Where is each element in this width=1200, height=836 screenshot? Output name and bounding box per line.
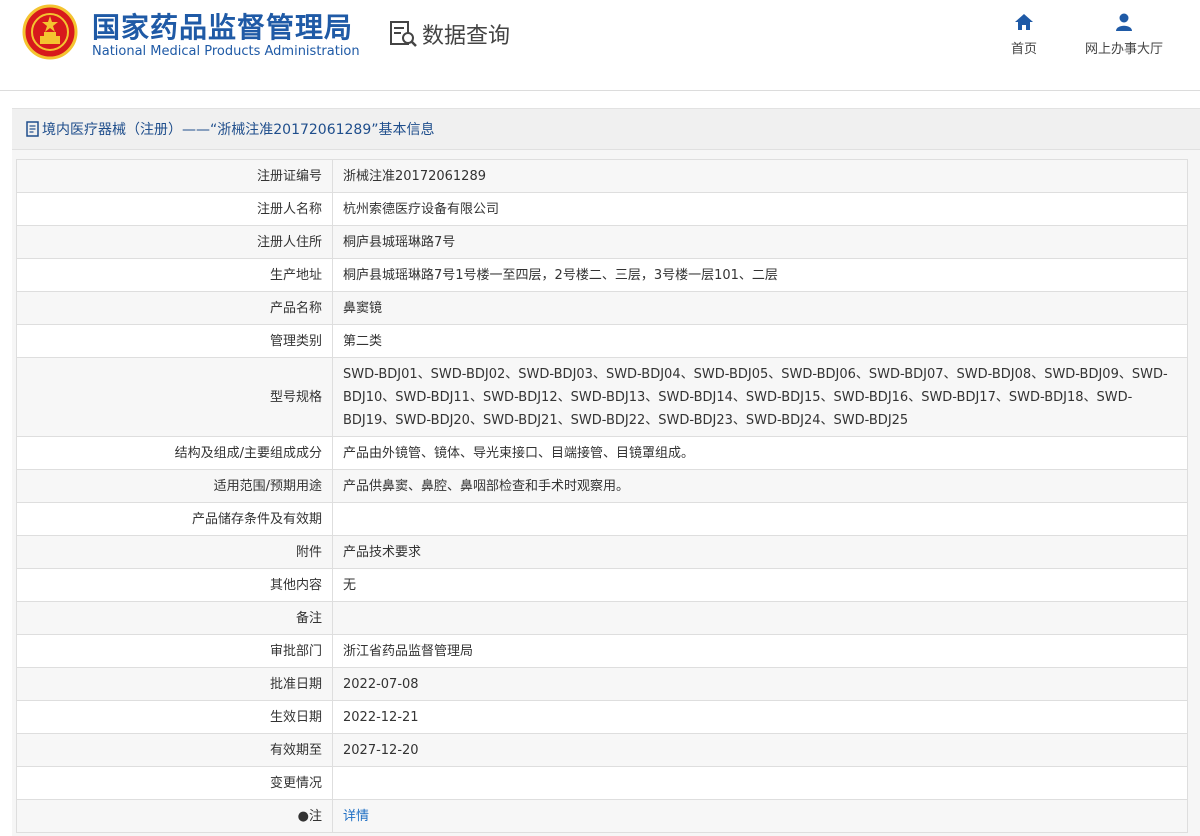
row-value [332,502,1188,536]
row-value: 产品供鼻窦、鼻腔、鼻咽部检查和手术时观察用。 [332,469,1188,503]
row-key: 产品储存条件及有效期 [16,502,333,536]
user-icon [1116,13,1132,31]
panel-title: 境内医疗器械（注册）——“浙械注准20172061289”基本信息 [42,122,435,138]
row-value: 第二类 [332,324,1188,358]
row-key: ●注 [16,799,333,833]
table-row: 备注 [16,601,1188,635]
panel-title-bar: 境内医疗器械（注册）——“浙械注准20172061289”基本信息 [12,109,1200,150]
row-value: 浙械注准20172061289 [332,159,1188,193]
row-key: 适用范围/预期用途 [16,469,333,503]
row-key: 产品名称 [16,291,333,325]
nav-online-hall-label: 网上办事大厅 [1084,42,1163,57]
document-search-icon [390,21,417,47]
nav-home[interactable]: 首页 [1004,12,1044,57]
detail-panel: 境内医疗器械（注册）——“浙械注准20172061289”基本信息 注册证编号浙… [12,108,1200,836]
national-emblem-icon [22,4,78,60]
table-row: 生产地址 桐庐县城瑶琳路7号1号楼一至四层，2号楼二、三层，3号楼一层101、二层 [16,258,1188,292]
table-row: 结构及组成/主要组成成分 产品由外镜管、镜体、导光束接口、目端接管、目镜罩组成。 [16,436,1188,470]
info-table-wrapper: 注册证编号 浙械注准20172061289 注册人名称 杭州索德医疗设备有限公司 注… [16,159,1188,833]
row-key: 批准日期 [16,667,333,701]
table-row: 其他内容无 [16,568,1188,602]
row-key: 注册人住所 [16,225,333,259]
table-row: 审批部门 浙江省药品监督管理局 [16,634,1188,668]
table-row: 注册人住所 桐庐县城瑶琳路7号 [16,225,1188,259]
nav-online-hall[interactable]: 网上办事大厅 [1074,12,1174,57]
table-row: 型号规格 SWD-BDJ01、SWD-BDJ02、SWD-BDJ03、SWD-BD… [16,357,1188,437]
nav-home-label: 首页 [1010,42,1037,57]
row-value: 无 [332,568,1188,602]
table-row: 批准日期 2022-07-08 [16,667,1188,701]
table-row: 有效期至 2027-12-20 [16,733,1188,767]
row-value: 产品技术要求 [332,535,1188,569]
site-header: 国家药品监督管理局 National Medical Products Admi… [0,0,1200,91]
row-key: 其他内容 [16,568,333,602]
data-query-label: 数据查询 [422,24,511,49]
row-value: 浙江省药品监督管理局 [332,634,1188,668]
org-name-cn: 国家药品监督管理局 [92,11,354,44]
table-row: 附件 产品技术要求 [16,535,1188,569]
row-value: 2022-12-21 [332,700,1188,734]
row-key: 审批部门 [16,634,333,668]
row-value: 2027-12-20 [332,733,1188,767]
detail-link[interactable]: 详情 [332,799,1188,833]
info-table: 注册证编号 浙械注准20172061289 注册人名称 杭州索德医疗设备有限公司 注… [16,159,1188,833]
table-row: 管理类别 第二类 [16,324,1188,358]
row-value: 产品由外镜管、镜体、导光束接口、目端接管、目镜罩组成。 [332,436,1188,470]
row-key: 注册人名称 [16,192,333,226]
row-key: 有效期至 [16,733,333,767]
row-value: SWD-BDJ01、SWD-BDJ02、SWD-BDJ03、SWD-BDJ04、… [332,357,1188,437]
row-key: 注册证编号 [16,159,333,193]
row-value: 杭州索德医疗设备有限公司 [332,192,1188,226]
document-icon [26,121,39,137]
table-row: 适用范围/预期用途 产品供鼻窦、鼻腔、鼻咽部检查和手术时观察用。 [16,469,1188,503]
table-row: ●注 详情 [16,799,1188,833]
table-row: 注册人名称 杭州索德医疗设备有限公司 [16,192,1188,226]
row-key: 备注 [16,601,333,635]
row-key: 变更情况 [16,766,333,800]
table-row: 产品储存条件及有效期 [16,502,1188,536]
row-key: 生产地址 [16,258,333,292]
detail-link-label[interactable]: 详情 [343,809,369,824]
row-value: 鼻窦镜 [332,291,1188,325]
row-value [332,766,1188,800]
row-key: 生效日期 [16,700,333,734]
table-row: 变更情况 [16,766,1188,800]
row-value: 桐庐县城瑶琳路7号 [332,225,1188,259]
row-key: 结构及组成/主要组成成分 [16,436,333,470]
table-row: 注册证编号 浙械注准20172061289 [16,159,1188,193]
table-row: 产品名称 鼻窦镜 [16,291,1188,325]
home-icon [1015,14,1033,30]
org-name-en: National Medical Products Administration [92,44,360,59]
row-key: 附件 [16,535,333,569]
row-value [332,601,1188,635]
row-value: 2022-07-08 [332,667,1188,701]
row-value: 桐庐县城瑶琳路7号1号楼一至四层，2号楼二、三层，3号楼一层101、二层 [332,258,1188,292]
row-key: 管理类别 [16,324,333,358]
table-row: 生效日期 2022-12-21 [16,700,1188,734]
row-key: 型号规格 [16,357,333,437]
data-query-title[interactable]: 数据查询 [388,18,510,50]
